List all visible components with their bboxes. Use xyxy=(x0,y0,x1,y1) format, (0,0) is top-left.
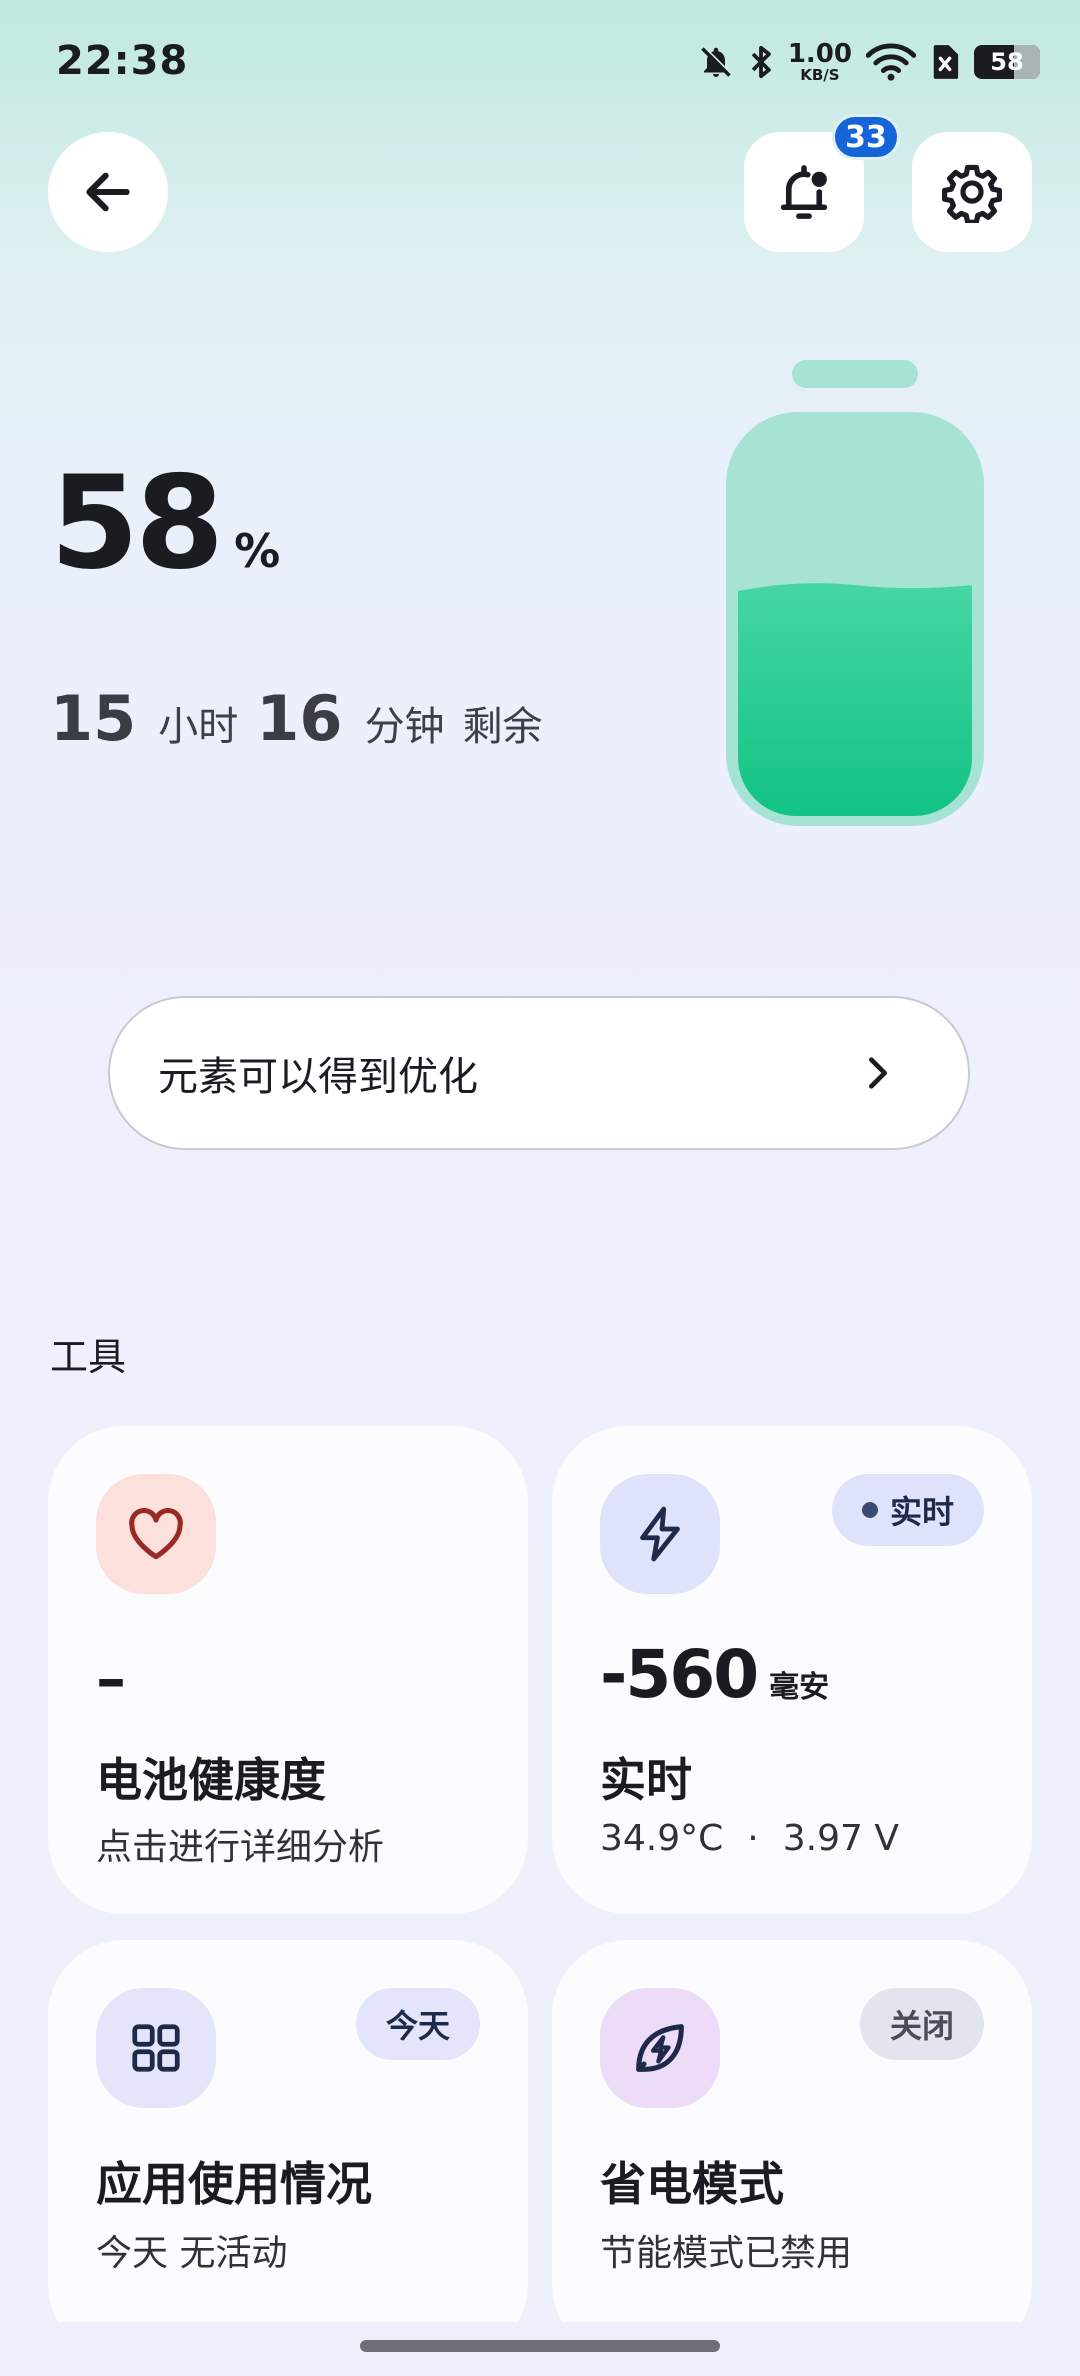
status-bar: 22:38 1.00 KB/S 58 xyxy=(0,0,1080,120)
remaining-minutes-unit: 分钟 xyxy=(364,704,445,750)
power-saving-title: 省电模式 xyxy=(600,2157,784,2211)
app-usage-icon-box xyxy=(96,1988,216,2108)
bell-alert-icon xyxy=(780,165,828,219)
lightning-icon xyxy=(640,1506,680,1562)
power-saving-card[interactable]: 关闭 省电模式 节能模式已禁用 xyxy=(552,1940,1032,2360)
optimize-banner-label: 元素可以得到优化 xyxy=(158,1054,478,1100)
realtime-pill-label: 实时 xyxy=(889,1493,954,1531)
bell-off-icon xyxy=(698,43,734,81)
current-reading: -560 毫安 xyxy=(600,1636,829,1713)
time-remaining: 15 小时 16 分钟 剩余 xyxy=(50,682,561,755)
realtime-card[interactable]: 实时 -560 毫安 实时 34.9°C · 3.97 V xyxy=(552,1426,1032,1914)
battery-health-card[interactable]: – 电池健康度 点击进行详细分析 xyxy=(48,1426,528,1914)
home-indicator[interactable] xyxy=(360,2340,720,2352)
battery-fill-level xyxy=(738,583,972,816)
voltage-value: 3.97 V xyxy=(782,1818,899,1859)
remaining-hours-unit: 小时 xyxy=(158,704,239,750)
app-usage-subtitle: 今天 无活动 xyxy=(96,2233,288,2274)
realtime-pill: 实时 xyxy=(831,1474,984,1546)
arrow-left-icon xyxy=(86,172,130,212)
status-icons: 1.00 KB/S 58 xyxy=(698,38,1040,86)
temperature-value: 34.9°C xyxy=(600,1818,724,1859)
battery-icon: 58 xyxy=(974,45,1040,79)
current-value: -560 xyxy=(600,1636,759,1713)
apps-grid-icon xyxy=(132,2024,180,2072)
app-usage-card[interactable]: 今天 应用使用情况 今天 无活动 xyxy=(48,1940,528,2360)
settings-button[interactable] xyxy=(912,132,1032,252)
net-speed-unit: KB/S xyxy=(800,66,840,84)
app-usage-pill: 今天 xyxy=(355,1988,480,2060)
battery-percentage: 58 % xyxy=(50,460,280,588)
heart-icon xyxy=(129,1507,183,1560)
current-unit: 毫安 xyxy=(769,1670,830,1705)
battery-level-text: 58 xyxy=(990,48,1024,76)
back-button[interactable] xyxy=(48,132,168,252)
gear-icon xyxy=(942,164,1002,223)
live-dot xyxy=(861,1502,878,1518)
power-saving-subtitle: 节能模式已禁用 xyxy=(600,2233,853,2274)
sim-off-icon xyxy=(930,43,960,81)
battery-graphic xyxy=(726,360,984,826)
bluetooth-icon xyxy=(748,43,774,81)
realtime-title: 实时 xyxy=(600,1753,692,1807)
optimize-banner[interactable]: 元素可以得到优化 xyxy=(108,996,970,1150)
battery-health-subtitle: 点击进行详细分析 xyxy=(96,1827,385,1868)
details-separator: · xyxy=(747,1818,759,1859)
realtime-details: 34.9°C · 3.97 V xyxy=(600,1818,899,1859)
realtime-icon-box xyxy=(600,1474,720,1594)
network-speed: 1.00 KB/S xyxy=(788,41,852,83)
battery-health-icon-box xyxy=(96,1474,216,1594)
tools-section-title: 工具 xyxy=(50,1335,127,1379)
battery-health-value: – xyxy=(96,1644,126,1714)
remaining-hours: 15 xyxy=(50,682,137,755)
battery-health-title: 电池健康度 xyxy=(96,1753,326,1807)
power-saving-pill: 关闭 xyxy=(859,1988,984,2060)
remaining-minutes: 16 xyxy=(256,682,343,755)
battery-percent-value: 58 xyxy=(50,449,224,598)
net-speed-value: 1.00 xyxy=(787,39,852,69)
power-saving-icon-box xyxy=(600,1988,720,2108)
remaining-label: 剩余 xyxy=(462,704,543,750)
notification-count-badge: 33 xyxy=(832,114,900,160)
wifi-icon xyxy=(866,43,916,81)
battery-cap xyxy=(792,360,918,388)
status-time: 22:38 xyxy=(56,38,189,84)
leaf-bolt-icon xyxy=(636,2024,684,2072)
battery-percent-unit: % xyxy=(234,524,281,578)
chevron-right-icon xyxy=(869,1057,887,1089)
app-usage-title: 应用使用情况 xyxy=(96,2157,372,2211)
